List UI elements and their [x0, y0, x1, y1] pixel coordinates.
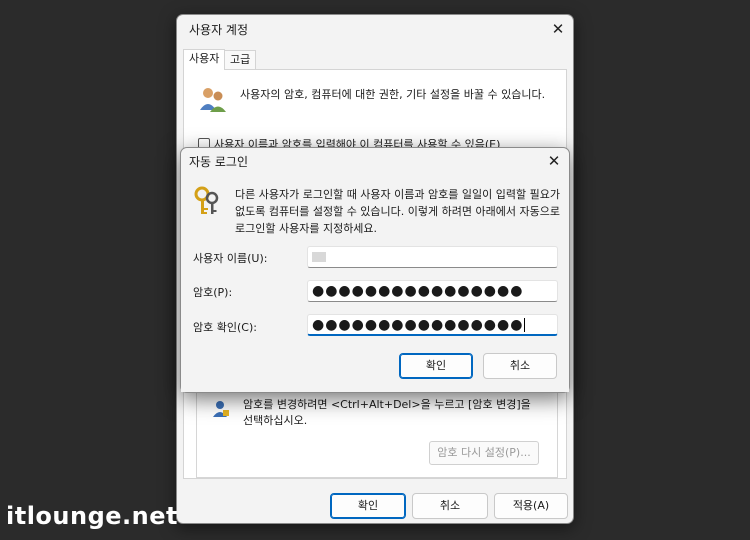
password-group: 암호를 변경하려면 <Ctrl+Alt+Del>을 누르고 [암호 변경]을 선… [196, 388, 558, 478]
keys-icon [194, 186, 219, 214]
password-input[interactable]: ●●●●●●●●●●●●●●●● [307, 280, 558, 302]
confirm-password-value: ●●●●●●●●●●●●●●●● [312, 317, 524, 333]
auto-login-ok-button[interactable]: 확인 [399, 353, 473, 379]
password-change-text: 암호를 변경하려면 <Ctrl+Alt+Del>을 누르고 [암호 변경]을 선… [243, 398, 531, 427]
text-caret [524, 318, 526, 332]
auto-login-body: 다른 사용자가 로그인할 때 사용자 이름과 암호를 일일이 입력할 필요가 없… [181, 178, 569, 392]
users-icon [200, 88, 226, 112]
close-icon[interactable]: ✕ [543, 150, 565, 172]
cancel-button[interactable]: 취소 [412, 493, 488, 519]
user-password-icon [213, 401, 229, 417]
site-watermark: itlounge.net [6, 502, 178, 530]
confirm-password-label: 암호 확인(C): [193, 321, 257, 334]
redacted-username [312, 252, 326, 262]
auto-login-description: 다른 사용자가 로그인할 때 사용자 이름과 암호를 일일이 입력할 필요가 없… [235, 188, 560, 235]
username-input[interactable] [307, 246, 558, 268]
tab-users[interactable]: 사용자 [183, 49, 226, 70]
dialog-title: 사용자 계정 [189, 23, 249, 37]
password-label: 암호(P): [193, 286, 233, 299]
username-label: 사용자 이름(U): [193, 252, 268, 265]
apply-button[interactable]: 적용(A) [494, 493, 568, 519]
auto-login-dialog: 자동 로그인 ✕ 다른 사용자가 로그인할 때 사용자 이름과 암호를 일일이 … [180, 147, 570, 393]
auto-login-cancel-button[interactable]: 취소 [483, 353, 557, 379]
intro-text: 사용자의 암호, 컴퓨터에 대한 권한, 기타 설정을 바꿀 수 있습니다. [240, 88, 546, 101]
tab-advanced[interactable]: 고급 [224, 50, 257, 70]
auto-login-title: 자동 로그인 [189, 155, 249, 169]
close-icon[interactable]: ✕ [547, 18, 569, 40]
ok-button[interactable]: 확인 [330, 493, 406, 519]
reset-password-button[interactable]: 암호 다시 설정(P)... [429, 441, 539, 465]
confirm-password-input[interactable]: ●●●●●●●●●●●●●●●● [307, 314, 558, 336]
